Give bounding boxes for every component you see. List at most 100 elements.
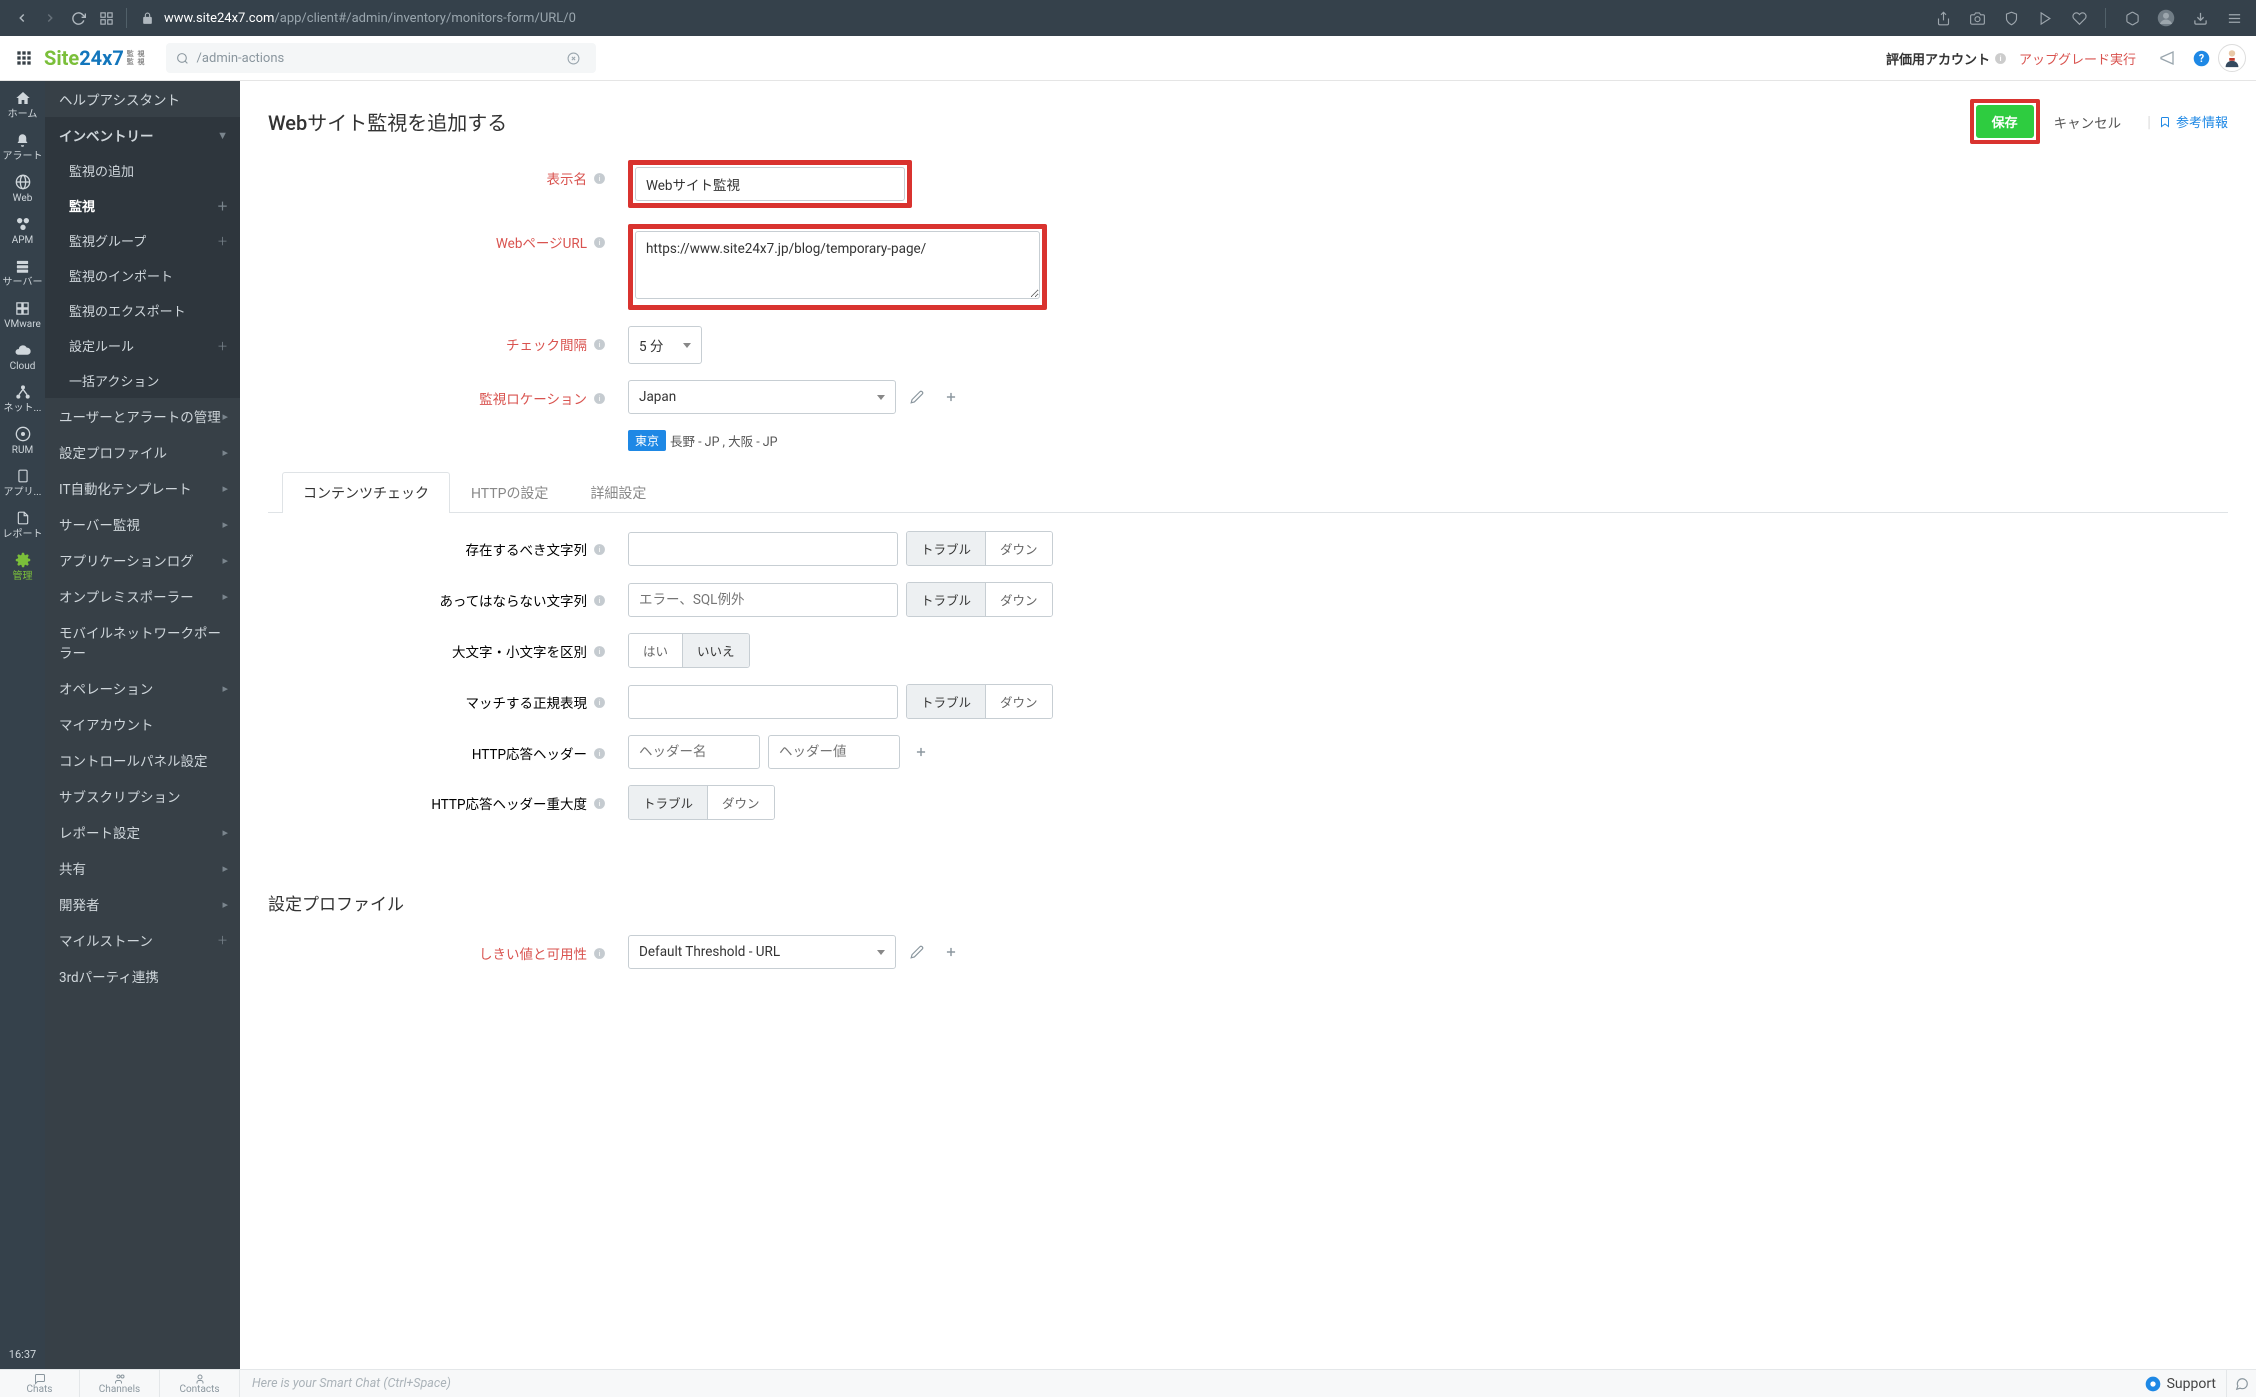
add-header-icon[interactable] bbox=[908, 739, 934, 765]
info-icon[interactable]: i bbox=[593, 696, 606, 709]
sidebar-monitor-export[interactable]: 監視のエクスポート bbox=[45, 293, 240, 328]
sidebar-operation[interactable]: オペレーション▸ bbox=[45, 670, 240, 706]
plus-icon[interactable]: ＋ bbox=[217, 338, 228, 354]
browser-apps-icon[interactable] bbox=[92, 4, 120, 32]
cancel-button[interactable]: キャンセル bbox=[2054, 112, 2122, 132]
info-icon[interactable]: i bbox=[593, 236, 606, 249]
sidebar-monitor[interactable]: 監視＋ bbox=[45, 188, 240, 223]
add-threshold-icon[interactable] bbox=[938, 939, 964, 965]
location-select[interactable]: Japan bbox=[628, 380, 896, 414]
play-icon[interactable] bbox=[2031, 4, 2059, 32]
info-icon[interactable]: i bbox=[593, 392, 606, 405]
edit-location-icon[interactable] bbox=[904, 384, 930, 410]
shield-icon[interactable] bbox=[1997, 4, 2025, 32]
download-icon[interactable] bbox=[2186, 4, 2214, 32]
edit-threshold-icon[interactable] bbox=[904, 939, 930, 965]
rail-vmware[interactable]: VMware bbox=[0, 293, 45, 335]
info-icon[interactable]: i bbox=[593, 172, 606, 185]
plus-icon[interactable]: ＋ bbox=[217, 932, 228, 948]
sidebar-share[interactable]: 共有▸ bbox=[45, 850, 240, 886]
info-icon[interactable]: i bbox=[593, 594, 606, 607]
info-icon[interactable]: i bbox=[593, 645, 606, 658]
pill-trouble[interactable]: トラブル bbox=[907, 532, 985, 565]
rail-web[interactable]: Web bbox=[0, 167, 45, 209]
admin-search[interactable]: /admin-actions bbox=[166, 43, 596, 73]
info-icon[interactable]: i bbox=[593, 338, 606, 351]
info-icon[interactable]: i bbox=[593, 747, 606, 760]
pill-trouble[interactable]: トラブル bbox=[907, 583, 985, 616]
profile-icon[interactable] bbox=[2152, 4, 2180, 32]
plus-icon[interactable]: ＋ bbox=[217, 233, 228, 249]
rail-rum[interactable]: RUM bbox=[0, 419, 45, 461]
sidebar-mobile-poller[interactable]: モバイルネットワークポーラー bbox=[45, 614, 240, 670]
sidebar-onprem-poller[interactable]: オンプレミスポーラー▸ bbox=[45, 578, 240, 614]
sidebar-app-log[interactable]: アプリケーションログ▸ bbox=[45, 542, 240, 578]
rail-home[interactable]: ホーム bbox=[0, 83, 45, 125]
sidebar-it-automation[interactable]: IT自動化テンプレート▸ bbox=[45, 470, 240, 506]
display-name-input[interactable] bbox=[635, 167, 905, 201]
sidebar-monitor-import[interactable]: 監視のインポート bbox=[45, 258, 240, 293]
footer-chats[interactable]: Chats bbox=[0, 1370, 80, 1397]
rail-network[interactable]: ネット... bbox=[0, 377, 45, 419]
rail-report[interactable]: レポート bbox=[0, 503, 45, 545]
pill-down[interactable]: ダウン bbox=[985, 532, 1052, 565]
pill-trouble[interactable]: トラブル bbox=[907, 685, 985, 718]
sidebar-milestone[interactable]: マイルストーン＋ bbox=[45, 922, 240, 958]
save-button[interactable]: 保存 bbox=[1976, 105, 2034, 138]
pill-trouble[interactable]: トラブル bbox=[629, 786, 707, 819]
sidebar-bulk-action[interactable]: 一括アクション bbox=[45, 363, 240, 398]
url-textarea[interactable] bbox=[635, 231, 1040, 299]
sidebar-config-rules[interactable]: 設定ルール＋ bbox=[45, 328, 240, 363]
help-icon[interactable]: ? bbox=[2188, 45, 2214, 71]
apps-grid-icon[interactable] bbox=[10, 44, 38, 72]
header-value-input[interactable] bbox=[768, 735, 900, 769]
footer-channels[interactable]: Channels bbox=[80, 1370, 160, 1397]
support-button[interactable]: Support bbox=[2145, 1376, 2226, 1392]
should-not-exist-input[interactable] bbox=[628, 583, 898, 617]
plus-icon[interactable]: ＋ bbox=[217, 198, 228, 214]
sidebar-developer[interactable]: 開発者▸ bbox=[45, 886, 240, 922]
camera-icon[interactable] bbox=[1963, 4, 1991, 32]
info-icon[interactable]: i bbox=[1994, 52, 2007, 65]
pill-down[interactable]: ダウン bbox=[707, 786, 774, 819]
menu-icon[interactable] bbox=[2220, 4, 2248, 32]
footer-contacts[interactable]: Contacts bbox=[160, 1370, 240, 1397]
user-avatar[interactable] bbox=[2218, 44, 2246, 72]
browser-forward[interactable] bbox=[36, 4, 64, 32]
share-icon[interactable] bbox=[1929, 4, 1957, 32]
reference-link[interactable]: 参考情報 bbox=[2159, 112, 2228, 131]
sidebar-help-assistant[interactable]: ヘルプアシスタント bbox=[45, 81, 240, 117]
browser-back[interactable] bbox=[8, 4, 36, 32]
sidebar-server-monitor[interactable]: サーバー監視▸ bbox=[45, 506, 240, 542]
sidebar-subscription[interactable]: サブスクリプション bbox=[45, 778, 240, 814]
add-location-icon[interactable] bbox=[938, 384, 964, 410]
sidebar-add-monitor[interactable]: 監視の追加 bbox=[45, 153, 240, 188]
pill-down[interactable]: ダウン bbox=[985, 583, 1052, 616]
threshold-select[interactable]: Default Threshold - URL bbox=[628, 935, 896, 969]
heart-icon[interactable] bbox=[2065, 4, 2093, 32]
sidebar-config-profile[interactable]: 設定プロファイル▸ bbox=[45, 434, 240, 470]
sidebar-report-settings[interactable]: レポート設定▸ bbox=[45, 814, 240, 850]
smart-chat-hint[interactable]: Here is your Smart Chat (Ctrl+Space) bbox=[240, 1376, 2145, 1391]
rail-app[interactable]: アプリ... bbox=[0, 461, 45, 503]
clear-search-icon[interactable] bbox=[567, 52, 588, 65]
pill-yes[interactable]: はい bbox=[629, 634, 682, 667]
should-exist-input[interactable] bbox=[628, 532, 898, 566]
sidebar-users-alerts[interactable]: ユーザーとアラートの管理▸ bbox=[45, 398, 240, 434]
sidebar-inventory[interactable]: インベントリー▼ bbox=[45, 117, 240, 153]
pill-down[interactable]: ダウン bbox=[985, 685, 1052, 718]
interval-select[interactable]: 5 分 bbox=[628, 326, 702, 364]
tab-content-check[interactable]: コンテンツチェック bbox=[282, 472, 450, 513]
upgrade-link[interactable]: アップグレード実行 bbox=[2019, 49, 2136, 68]
rail-admin[interactable]: 管理 bbox=[0, 545, 45, 587]
rail-apm[interactable]: APM bbox=[0, 209, 45, 251]
cube-icon[interactable] bbox=[2118, 4, 2146, 32]
sidebar-my-account[interactable]: マイアカウント bbox=[45, 706, 240, 742]
sidebar-monitor-group[interactable]: 監視グループ＋ bbox=[45, 223, 240, 258]
site24x7-logo[interactable]: Site24x7監 視監 視 bbox=[44, 46, 146, 70]
announcement-icon[interactable] bbox=[2154, 45, 2180, 71]
rail-cloud[interactable]: Cloud bbox=[0, 335, 45, 377]
rail-server[interactable]: サーバー bbox=[0, 251, 45, 293]
rail-alert[interactable]: アラート bbox=[0, 125, 45, 167]
tab-http-settings[interactable]: HTTPの設定 bbox=[450, 472, 569, 513]
